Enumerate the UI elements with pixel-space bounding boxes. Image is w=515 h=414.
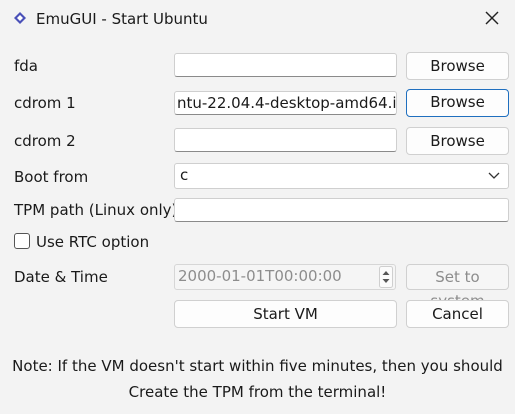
cdrom1-path-input[interactable]: ntu-22.04.4-desktop-amd64.iso [174,91,397,115]
date-time-value: 2000-01-01T00:00:00 [178,267,342,285]
close-icon[interactable] [481,7,503,29]
boot-from-value: c [180,166,189,184]
diamond-icon [14,12,26,24]
set-to-system-button[interactable]: Set to system [406,264,509,310]
window-title: EmuGUI - Start Ubuntu [36,10,208,28]
note-line-1: Note: If the VM doesn't start within fiv… [12,357,503,375]
date-time-label: Date & Time [14,268,108,286]
title-bar: EmuGUI - Start Ubuntu [0,0,515,38]
cdrom1-label: cdrom 1 [14,94,76,112]
cdrom1-browse-button[interactable]: Browse [406,89,509,117]
cdrom2-browse-button[interactable]: Browse [406,127,509,155]
boot-from-label: Boot from [14,168,89,186]
fda-browse-button[interactable]: Browse [406,52,509,80]
cancel-button[interactable]: Cancel [406,300,509,328]
chevron-down-icon [488,172,500,179]
rtc-label: Use RTC option [36,233,150,251]
cdrom2-label: cdrom 2 [14,132,76,150]
fda-label: fda [14,57,38,75]
boot-from-select[interactable]: c [174,163,509,189]
tpm-path-input[interactable] [174,198,509,222]
start-vm-button[interactable]: Start VM [174,300,397,328]
date-time-spinbox[interactable]: 2000-01-01T00:00:00 [174,264,396,290]
note-line-2: Create the TPM from the terminal! [128,383,387,401]
cdrom2-path-input[interactable] [174,128,397,152]
tpm-path-label: TPM path (Linux only) [14,201,178,219]
fda-path-input[interactable] [174,53,397,77]
rtc-checkbox[interactable] [14,233,30,249]
spin-arrows-icon[interactable] [379,266,393,288]
